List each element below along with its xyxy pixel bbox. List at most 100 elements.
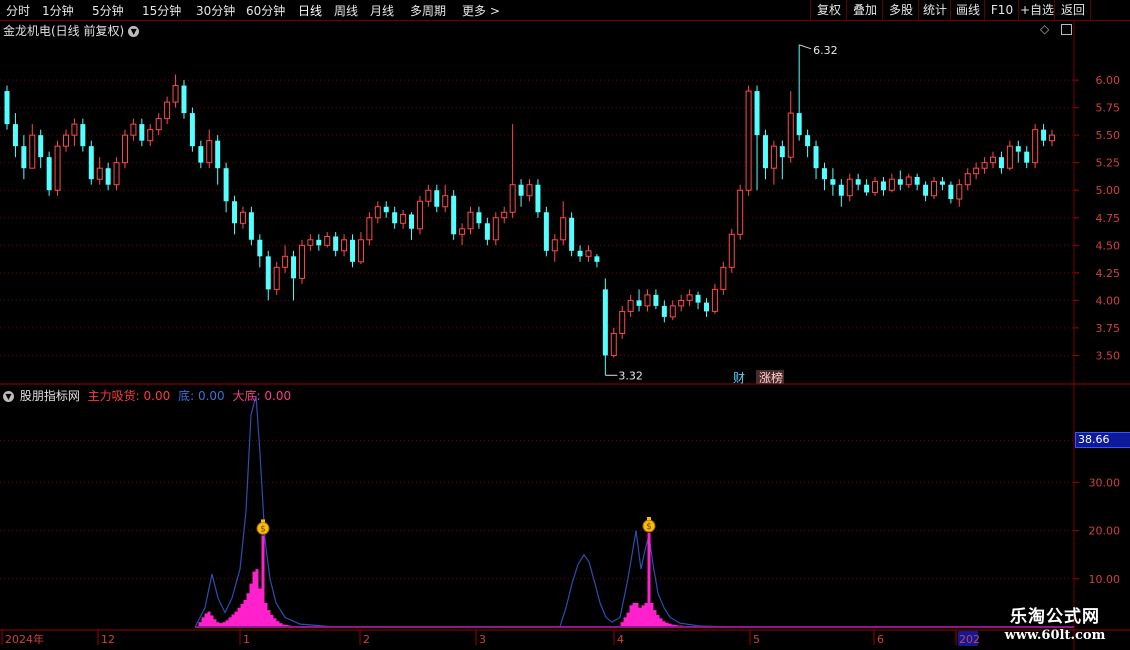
- candle-body-down: [198, 146, 204, 163]
- candle-body-down: [602, 289, 608, 356]
- price-tick-label: 5.25: [1096, 157, 1121, 170]
- price-tick-label: 3.75: [1096, 322, 1121, 335]
- candle-body-up: [964, 173, 971, 186]
- candle-body-down: [703, 302, 709, 312]
- candle-body-down: [543, 212, 549, 251]
- candle-body-up: [1049, 134, 1055, 142]
- candle-body-up: [711, 288, 718, 312]
- candle-body-up: [501, 211, 508, 219]
- candle-body-down: [434, 190, 440, 207]
- candle-body-down: [189, 113, 195, 147]
- candle-body-down: [215, 140, 221, 169]
- candle-body-down: [754, 91, 760, 136]
- money-bag-symbol: $: [260, 524, 266, 534]
- indicator-line: [194, 395, 1071, 628]
- indicator-legend: ▼ 股朋指标网 主力吸货: 0.00 底: 0.00 大底: 0.00: [3, 387, 295, 404]
- candle-body-up: [745, 90, 752, 191]
- indicator-bar: [210, 615, 214, 627]
- x-axis-label: 5: [753, 633, 760, 646]
- indicator-bar: [207, 611, 211, 627]
- candle-body-up: [956, 184, 963, 200]
- candle-body-up: [728, 233, 735, 268]
- candle-body-down: [653, 294, 659, 306]
- candle-body-down: [409, 214, 415, 229]
- candle-body-up: [686, 294, 693, 301]
- candle-body-up: [610, 332, 617, 356]
- kline-chart[interactable]: 6.00 5.75 5.50 5.25 5.00 4.75 4.50 4.25 4.00 3.75…: [0, 0, 1130, 650]
- candle-body-up: [206, 140, 213, 164]
- candle-body-down: [518, 184, 524, 196]
- candle-body-down: [105, 168, 111, 185]
- candle-body-up: [282, 255, 289, 268]
- candle-body-down: [830, 179, 836, 185]
- candle-body-up: [492, 217, 499, 241]
- low-label: 3.32: [618, 369, 643, 382]
- indicator-bar: [641, 605, 645, 627]
- x-axis-label: 4: [617, 633, 624, 646]
- indicator-bar: [243, 600, 247, 627]
- indicator-bar: [201, 617, 205, 627]
- high-label: 6.32: [813, 44, 838, 57]
- candle-body-up: [560, 217, 567, 241]
- indicator-bar: [626, 612, 630, 627]
- candle-body-down: [38, 135, 44, 158]
- candle-body-up: [425, 189, 432, 202]
- indicator-bar: [261, 535, 265, 627]
- candle-body-up: [551, 239, 558, 252]
- candle-body-down: [661, 305, 667, 317]
- indicator-bar: [653, 610, 657, 627]
- candle-body-up: [678, 299, 685, 307]
- candle-body-up: [307, 239, 314, 246]
- price-tick-label: 3.50: [1096, 349, 1121, 362]
- indicator-bar: [632, 602, 636, 627]
- candle-body-down: [805, 135, 811, 147]
- candle-body-up: [130, 123, 137, 136]
- indicator-name: 股朋指标网: [19, 389, 80, 403]
- x-axis-label: 6: [877, 633, 884, 646]
- candle-body-down: [923, 184, 929, 196]
- candle-body-up: [324, 235, 331, 246]
- candle-body-up: [905, 176, 912, 186]
- indicator-bar: [255, 569, 259, 627]
- candle-body-down: [265, 256, 271, 290]
- price-tick-label: 4.75: [1096, 212, 1121, 225]
- chevron-down-icon[interactable]: ▼: [3, 391, 14, 402]
- s3-label: 大底:: [232, 389, 261, 403]
- candle-body-up: [973, 167, 980, 175]
- indicator-tick-label: 30.00: [1089, 476, 1121, 489]
- candle-body-down: [383, 206, 389, 213]
- candle-body-down: [333, 236, 339, 251]
- s2-value: 0.00: [197, 389, 225, 403]
- candle-body-up: [644, 294, 651, 307]
- candle-body-up: [720, 266, 727, 290]
- candle-body-down: [779, 146, 785, 158]
- indicator-bar: [629, 605, 633, 627]
- candle-body-down: [864, 184, 870, 193]
- indicator-bar: [270, 614, 274, 627]
- watermark: 乐淘公式网 www.60lt.com: [980, 606, 1130, 650]
- price-tick-label: 4.50: [1096, 239, 1121, 252]
- candle-body-down: [4, 91, 10, 125]
- candle-body-up: [273, 266, 280, 290]
- candle-body-up: [526, 184, 533, 197]
- candle-body-down: [451, 195, 457, 235]
- indicator-bar: [249, 583, 253, 627]
- indicator-bar: [635, 602, 639, 627]
- candle-body-down: [569, 217, 575, 251]
- candle-body-up: [374, 206, 381, 219]
- candle-body-down: [636, 300, 642, 306]
- candle-body-up: [787, 112, 794, 158]
- indicator-bar: [246, 593, 250, 627]
- candle-body-down: [535, 184, 541, 213]
- candle-body-down: [80, 124, 86, 147]
- candle-body-up: [467, 211, 474, 230]
- candle-body-down: [46, 157, 52, 191]
- candle-body-up: [888, 178, 895, 191]
- indicator-tick-label: 20.00: [1089, 525, 1121, 538]
- price-tick-label: 4.00: [1096, 294, 1121, 307]
- price-tick-label: 5.50: [1096, 129, 1121, 142]
- indicator-bar: [647, 533, 651, 627]
- indicator-bar: [264, 602, 268, 627]
- money-bag-knot: [647, 517, 651, 521]
- candle-body-up: [71, 123, 78, 136]
